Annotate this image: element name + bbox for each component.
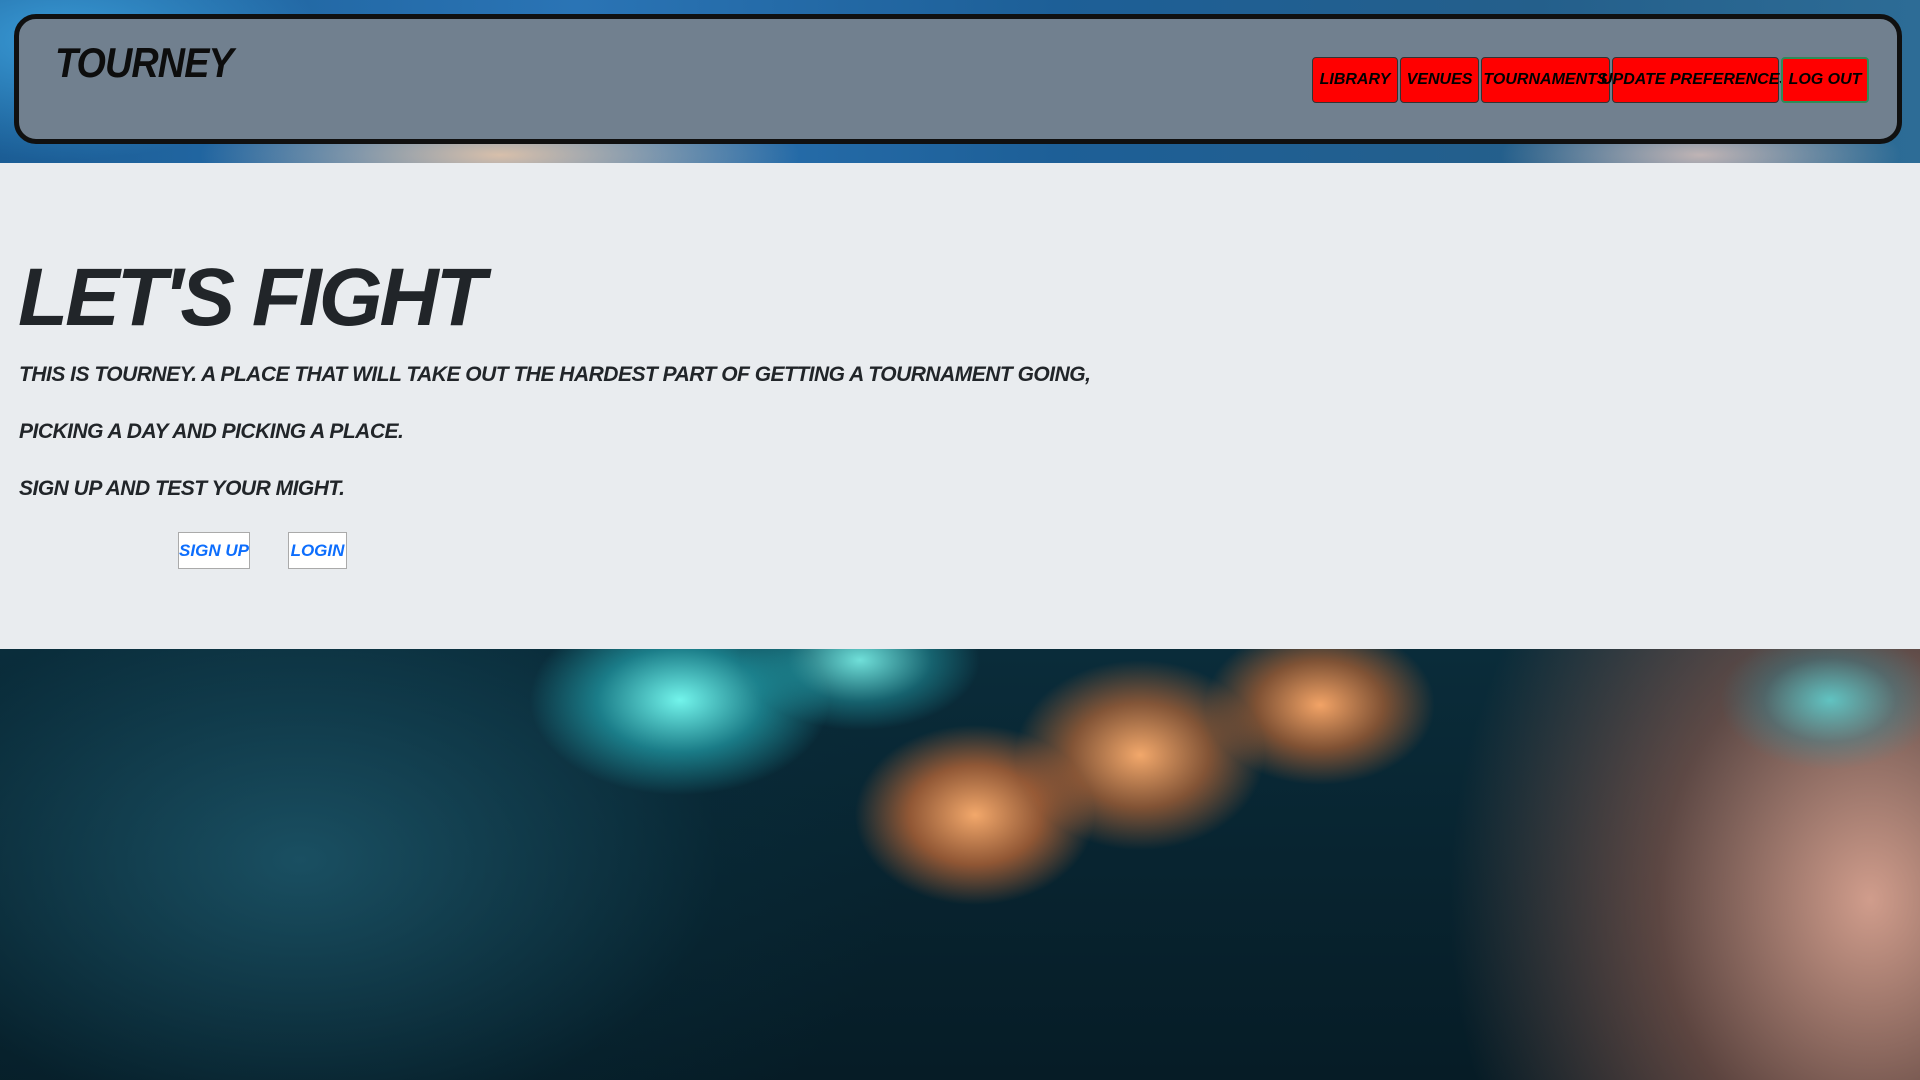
sign-up-button[interactable]: SIGN UP	[178, 532, 250, 569]
hero-description-line-3: SIGN UP AND TEST YOUR MIGHT.	[19, 477, 345, 500]
nav-tournaments-button[interactable]: TOURNAMENTS	[1481, 57, 1610, 103]
hero-section: LET'S FIGHT THIS IS TOURNEY. A PLACE THA…	[0, 163, 1920, 649]
page: TOURNEY LIBRARY VENUES TOURNAMENTS UPDAT…	[0, 0, 1920, 1080]
login-button[interactable]: LOGIN	[288, 532, 347, 569]
nav-venues-button[interactable]: VENUES	[1400, 57, 1479, 103]
nav-library-button[interactable]: LIBRARY	[1312, 57, 1398, 103]
nav-menu: LIBRARY VENUES TOURNAMENTS UPDATE PREFER…	[1312, 57, 1869, 103]
brand-logo[interactable]: TOURNEY	[55, 39, 234, 87]
navbar: TOURNEY LIBRARY VENUES TOURNAMENTS UPDAT…	[14, 14, 1902, 144]
hero-description-line-1: THIS IS TOURNEY. A PLACE THAT WILL TAKE …	[19, 363, 1091, 386]
nav-update-preferences-button[interactable]: UPDATE PREFERENCES	[1601, 57, 1790, 103]
nav-log-out-button[interactable]: LOG OUT	[1781, 57, 1869, 103]
hero-title: LET'S FIGHT	[18, 252, 486, 343]
hero-description-line-2: PICKING A DAY AND PICKING A PLACE.	[19, 420, 404, 443]
